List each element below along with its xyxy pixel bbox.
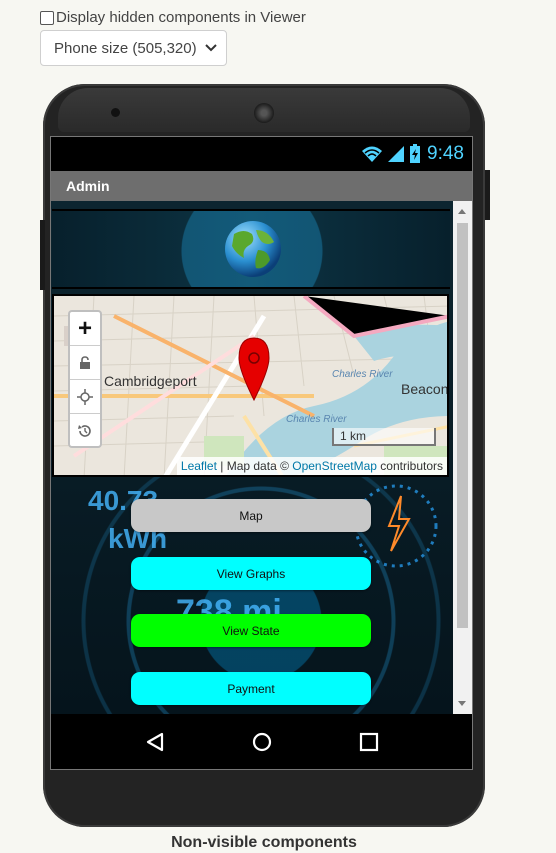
non-visible-components-heading: Non-visible components <box>171 834 357 851</box>
payment-button-label: Payment <box>227 681 275 696</box>
phone-power-button <box>485 170 490 220</box>
recents-icon[interactable] <box>358 731 380 753</box>
openstreetmap-link[interactable]: OpenStreetMap <box>292 459 377 473</box>
attribution-separator: | Map data © <box>216 459 293 473</box>
android-nav-bar <box>51 714 472 769</box>
map-scale: 1 km <box>332 428 436 446</box>
signal-icon <box>388 146 405 162</box>
attribution-suffix: contributors <box>376 459 443 473</box>
globe-icon <box>225 221 281 277</box>
home-icon[interactable] <box>251 731 273 753</box>
crosshair-icon <box>77 388 93 405</box>
map-attribution: Leaflet | Map data © OpenStreetMap contr… <box>176 457 447 475</box>
view-state-button[interactable]: View State <box>131 614 371 647</box>
map-label-cambridgeport: Cambridgeport <box>104 373 197 389</box>
chevron-down-icon <box>205 44 217 52</box>
wifi-icon <box>362 146 383 162</box>
zoom-in-button[interactable]: + <box>70 312 100 346</box>
content-scrollbar[interactable] <box>453 201 472 714</box>
map-label-beacon: Beacon <box>401 381 449 397</box>
scroll-down-icon[interactable] <box>458 701 466 706</box>
phone-size-select[interactable]: Phone size (505,320) <box>40 30 227 66</box>
app-title: Admin <box>66 178 110 194</box>
view-state-button-label: View State <box>222 623 280 638</box>
display-hidden-components-checkbox[interactable]: Display hidden components in Viewer <box>40 9 306 26</box>
view-graphs-button-label: View Graphs <box>216 566 286 581</box>
map-label-river-2: Charles River <box>286 414 347 425</box>
scrollbar-thumb[interactable] <box>457 223 468 628</box>
leaflet-link[interactable]: Leaflet <box>181 459 217 473</box>
map-view[interactable]: + Cambridgeport Beacon Charles River Cha… <box>52 294 449 477</box>
map-scale-label: 1 km <box>340 429 367 443</box>
display-hidden-components-label: Display hidden components in Viewer <box>56 9 306 26</box>
payment-button[interactable]: Payment <box>131 672 371 705</box>
map-button-label: Map <box>239 508 263 523</box>
app-content[interactable]: + Cambridgeport Beacon Charles River Cha… <box>51 201 453 714</box>
map-zoom-controls: + <box>68 310 102 448</box>
status-bar: 9:48 <box>51 137 472 171</box>
scroll-up-icon[interactable] <box>458 209 466 214</box>
reset-view-button[interactable] <box>70 414 100 448</box>
speaker-icon <box>254 103 274 123</box>
view-graphs-button[interactable]: View Graphs <box>131 557 371 590</box>
app-title-bar: Admin <box>51 171 472 201</box>
lock-icon <box>80 355 90 369</box>
lock-button[interactable] <box>70 346 100 380</box>
clock-text: 9:48 <box>427 143 464 164</box>
history-icon <box>78 425 91 437</box>
phone-size-value: Phone size (505,320) <box>54 39 197 57</box>
zoom-in-label: + <box>77 314 92 342</box>
phone-volume-button <box>40 220 45 290</box>
battery-icon <box>410 144 421 163</box>
back-icon[interactable] <box>144 731 166 753</box>
checkbox-box[interactable] <box>40 10 54 25</box>
map-button[interactable]: Map <box>131 499 371 532</box>
locate-button[interactable] <box>70 380 100 414</box>
camera-icon <box>111 108 120 117</box>
globe-banner <box>52 209 450 289</box>
map-marker-icon[interactable] <box>237 336 271 402</box>
map-label-river-1: Charles River <box>332 369 393 380</box>
